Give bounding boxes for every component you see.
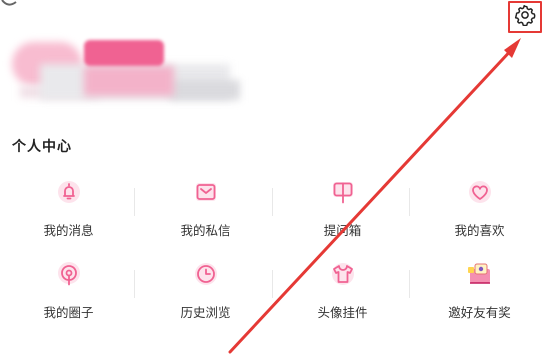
grid-item-label: 邀好友有奖 — [448, 305, 511, 320]
divider — [409, 188, 410, 216]
username-blurred — [84, 40, 164, 66]
grid-item-private-messages[interactable]: 我的私信 — [137, 170, 274, 250]
profile-info-blurred-2 — [170, 80, 240, 100]
settings-button[interactable] — [508, 1, 542, 33]
bell-icon — [55, 178, 83, 206]
grid-item-messages[interactable]: 我的消息 — [0, 170, 137, 250]
grid-item-question-box[interactable]: 提问箱 — [274, 170, 411, 250]
divider — [134, 270, 135, 298]
envelope-icon — [192, 178, 220, 206]
grid-item-label: 我的喜欢 — [454, 223, 505, 238]
grid-item-circles[interactable]: 我的圈子 — [0, 252, 137, 332]
mailbox-icon — [329, 178, 357, 206]
circle-icon — [55, 260, 83, 288]
grid-item-label: 我的私信 — [180, 223, 231, 238]
shirt-icon — [329, 260, 357, 288]
top-left-partial-icon — [0, 0, 20, 10]
grid-item-likes[interactable]: 我的喜欢 — [411, 170, 542, 250]
grid-item-label: 我的消息 — [43, 223, 94, 238]
grid-item-label: 我的圈子 — [43, 305, 94, 320]
divider — [409, 270, 410, 298]
divider — [134, 188, 135, 216]
grid-item-label: 历史浏览 — [180, 305, 231, 320]
username-blurred-2 — [84, 66, 174, 96]
grid-item-avatar-pendant[interactable]: 头像挂件 — [274, 252, 411, 332]
heart-icon — [466, 178, 494, 206]
section-title: 个人中心 — [12, 139, 72, 155]
profile-header-blurred[interactable] — [0, 30, 250, 110]
divider — [272, 188, 273, 216]
grid-item-label: 提问箱 — [323, 223, 362, 238]
gear-icon — [514, 4, 536, 30]
divider — [272, 270, 273, 298]
personal-center-grid: 我的消息 我的私信 提问箱 我的喜欢 我的圈子 历史浏览 头像挂件 邀好友有奖 — [0, 170, 542, 340]
grid-item-label: 头像挂件 — [317, 305, 368, 320]
gift-icon — [466, 260, 494, 288]
grid-item-invite-friends[interactable]: 邀好友有奖 — [411, 252, 542, 332]
grid-item-history[interactable]: 历史浏览 — [137, 252, 274, 332]
clock-icon — [192, 260, 220, 288]
